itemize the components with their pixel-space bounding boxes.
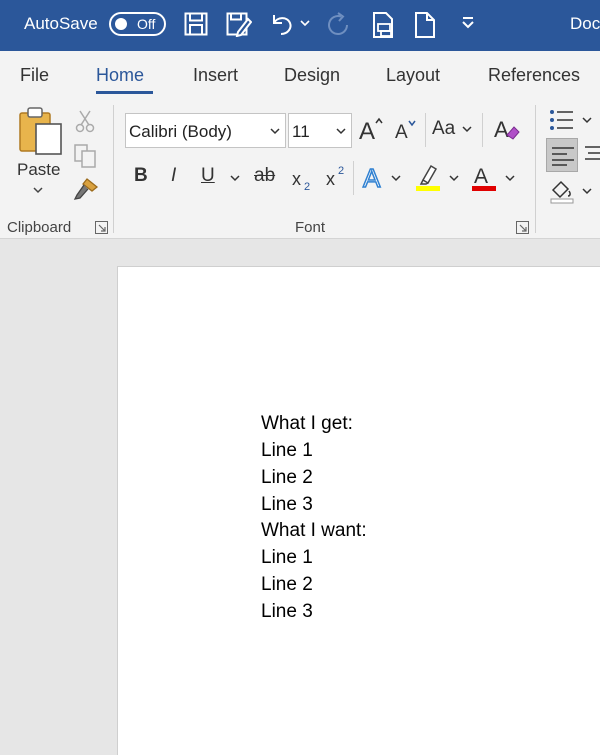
- svg-text:A: A: [395, 122, 408, 142]
- bold-button[interactable]: B: [134, 165, 148, 187]
- document-line: Line 2: [261, 467, 313, 488]
- font-group-label: Font: [295, 219, 326, 236]
- copy-icon[interactable]: [73, 143, 97, 169]
- save-as-icon[interactable]: [226, 11, 252, 39]
- tab-file[interactable]: File: [20, 65, 49, 86]
- text-effects-dropdown-icon[interactable]: [391, 175, 401, 182]
- document-line: What I get:: [261, 413, 353, 434]
- save-icon[interactable]: [184, 11, 208, 39]
- tab-design[interactable]: Design: [284, 65, 340, 86]
- ribbon-home: Paste Clipboard Calibri (Body) 11 A A Aa…: [0, 101, 600, 239]
- font-color-dropdown-icon[interactable]: [505, 175, 515, 182]
- autosave-label: AutoSave: [24, 14, 98, 33]
- tab-layout[interactable]: Layout: [386, 65, 440, 86]
- grow-font-icon[interactable]: A: [358, 115, 384, 143]
- document-line: Line 3: [261, 601, 313, 622]
- svg-text:A: A: [363, 163, 381, 191]
- font-launcher-icon[interactable]: [516, 221, 529, 234]
- change-case-label: Aa: [432, 118, 456, 139]
- clipboard-group-label: Clipboard: [7, 219, 72, 236]
- shrink-font-icon[interactable]: A: [394, 118, 418, 142]
- cut-icon[interactable]: [75, 109, 95, 133]
- document-line: Line 1: [261, 547, 313, 568]
- paste-label: Paste: [17, 160, 61, 179]
- font-size-dropdown[interactable]: 11: [288, 113, 352, 148]
- paste-dropdown-icon[interactable]: [33, 187, 43, 195]
- ribbon-tabs: File Home Insert Design Layout Reference…: [0, 51, 600, 101]
- group-separator: [353, 161, 354, 195]
- document-line: Line 1: [261, 440, 313, 461]
- superscript-icon[interactable]: x2: [326, 163, 348, 189]
- underline-button[interactable]: U: [201, 165, 215, 187]
- document-line: Line 2: [261, 574, 313, 595]
- svg-text:x: x: [292, 169, 301, 189]
- change-case-button[interactable]: Aa: [432, 118, 472, 140]
- font-color-icon[interactable]: A: [471, 162, 497, 192]
- title-bar: AutoSave Off Doc: [0, 0, 600, 51]
- chevron-down-icon: [462, 126, 472, 133]
- strikethrough-button[interactable]: ab: [254, 165, 275, 187]
- clipboard-launcher-icon[interactable]: [95, 221, 108, 234]
- underline-dropdown-icon[interactable]: [230, 175, 240, 182]
- bullets-icon[interactable]: [549, 107, 600, 133]
- document-title: Doc: [570, 14, 600, 33]
- subscript-icon[interactable]: x2: [292, 165, 314, 191]
- document-page[interactable]: What I get: Line 1 Line 2 Line 3 What I …: [117, 266, 600, 755]
- svg-text:2: 2: [304, 181, 310, 191]
- customize-toolbar-icon[interactable]: [461, 16, 475, 44]
- group-separator: [113, 105, 114, 233]
- svg-text:x: x: [326, 169, 335, 189]
- font-size-value: 11: [292, 122, 310, 141]
- autosave-state: Off: [137, 16, 156, 32]
- tab-insert[interactable]: Insert: [193, 65, 238, 86]
- italic-button[interactable]: I: [171, 165, 176, 187]
- text-effects-icon[interactable]: A: [362, 163, 388, 191]
- chevron-down-icon: [336, 128, 346, 135]
- undo-dropdown-icon[interactable]: [300, 20, 310, 48]
- active-tab-indicator: [96, 91, 153, 94]
- print-preview-icon[interactable]: [372, 11, 396, 39]
- document-line: What I want:: [261, 520, 367, 541]
- svg-text:A: A: [359, 118, 375, 143]
- font-name-dropdown[interactable]: Calibri (Body): [125, 113, 286, 148]
- document-line: Line 3: [261, 494, 313, 515]
- format-painter-icon[interactable]: [73, 177, 99, 201]
- autosave-toggle[interactable]: Off: [109, 12, 166, 36]
- clear-formatting-icon[interactable]: A: [493, 115, 521, 143]
- group-separator: [482, 113, 483, 147]
- group-separator: [535, 105, 536, 233]
- tab-home[interactable]: Home: [96, 65, 144, 86]
- toggle-knob: [115, 18, 127, 30]
- svg-text:A: A: [494, 117, 509, 142]
- chevron-down-icon: [270, 128, 280, 135]
- redo-icon[interactable]: [324, 11, 352, 39]
- undo-icon[interactable]: [268, 11, 294, 39]
- font-name-value: Calibri (Body): [129, 122, 232, 141]
- highlight-dropdown-icon[interactable]: [449, 175, 459, 182]
- svg-text:2: 2: [338, 165, 344, 177]
- shading-icon[interactable]: [549, 178, 600, 204]
- svg-text:A: A: [474, 165, 488, 188]
- paste-button[interactable]: [17, 106, 65, 158]
- document-canvas: What I get: Line 1 Line 2 Line 3 What I …: [0, 240, 600, 755]
- align-center-icon[interactable]: [585, 145, 600, 165]
- tab-references[interactable]: References: [488, 65, 580, 86]
- align-left-button[interactable]: [546, 138, 578, 172]
- highlight-color-icon[interactable]: [415, 162, 441, 192]
- group-separator: [425, 113, 426, 147]
- new-document-icon[interactable]: [414, 11, 436, 39]
